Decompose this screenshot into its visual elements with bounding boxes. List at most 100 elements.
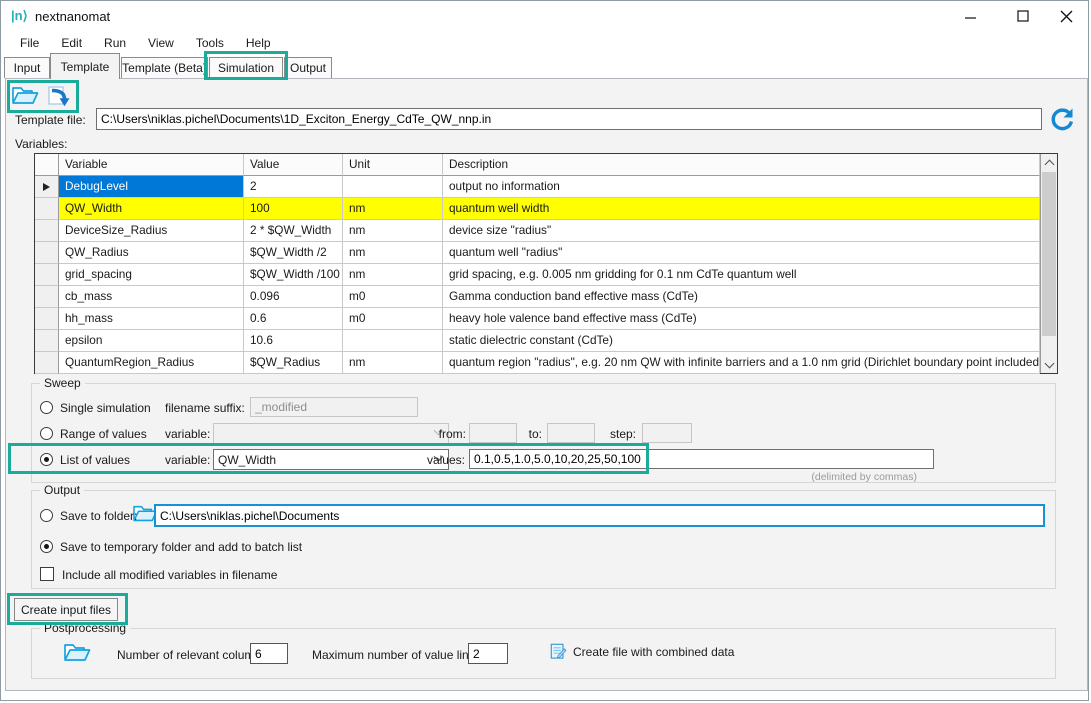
cell-description[interactable]: static dielectric constant (CdTe) [443, 330, 1040, 352]
row-selector[interactable] [35, 286, 59, 308]
cell-value[interactable]: 100 [244, 198, 343, 220]
create-input-files-button[interactable]: Create input files [14, 598, 118, 621]
cell-variable[interactable]: hh_mass [59, 308, 244, 330]
row-selector[interactable] [35, 330, 59, 352]
col-description[interactable]: Description [443, 154, 1040, 176]
cell-unit[interactable]: nm [343, 220, 443, 242]
cell-value[interactable]: 2 [244, 176, 343, 198]
value-lines-input[interactable] [468, 643, 508, 664]
row-selector[interactable] [35, 264, 59, 286]
row-selector[interactable] [35, 198, 59, 220]
scrollbar-thumb[interactable] [1042, 172, 1056, 336]
template-file-input[interactable] [96, 108, 1042, 130]
cell-value[interactable]: 0.6 [244, 308, 343, 330]
output-folder-input[interactable] [154, 504, 1045, 527]
single-simulation-radio[interactable] [40, 401, 53, 414]
cell-unit[interactable] [343, 330, 443, 352]
cell-description[interactable]: quantum region "radius", e.g. 20 nm QW w… [443, 352, 1040, 374]
cell-description[interactable]: heavy hole valence band effective mass (… [443, 308, 1040, 330]
cell-unit[interactable]: nm [343, 242, 443, 264]
from-input[interactable] [469, 423, 517, 443]
cell-description[interactable]: device size "radius" [443, 220, 1040, 242]
row-selector[interactable] [35, 242, 59, 264]
range-of-values-radio[interactable] [40, 427, 53, 440]
cell-value[interactable]: $QW_Radius [244, 352, 343, 374]
cell-description[interactable]: quantum well "radius" [443, 242, 1040, 264]
cell-value[interactable]: 0.096 [244, 286, 343, 308]
create-combined-file-button[interactable]: Create file with combined data [550, 643, 734, 660]
col-value[interactable]: Value [244, 154, 343, 176]
cell-description[interactable]: grid spacing, e.g. 0.005 nm gridding for… [443, 264, 1040, 286]
scroll-up-button[interactable] [1041, 154, 1057, 171]
cell-variable[interactable]: DebugLevel [59, 176, 244, 198]
tab-simulation[interactable]: Simulation [209, 57, 283, 78]
cell-value[interactable]: 10.6 [244, 330, 343, 352]
save-to-folder-radio[interactable] [40, 509, 53, 522]
cell-unit[interactable]: nm [343, 198, 443, 220]
menu-tools[interactable]: Tools [185, 31, 235, 55]
row-selector[interactable] [35, 352, 59, 374]
cell-variable[interactable]: epsilon [59, 330, 244, 352]
list-of-values-radio[interactable] [40, 453, 53, 466]
table-scrollbar[interactable] [1040, 154, 1057, 373]
cell-variable[interactable]: DeviceSize_Radius [59, 220, 244, 242]
relevant-column-input[interactable] [250, 643, 288, 664]
save-to-temp-radio[interactable] [40, 540, 53, 553]
to-input[interactable] [547, 423, 595, 443]
cell-variable[interactable]: QW_Radius [59, 242, 244, 264]
close-button[interactable] [1049, 1, 1083, 31]
filename-suffix-label: filename suffix: [165, 401, 245, 415]
cell-unit[interactable]: nm [343, 264, 443, 286]
cell-unit[interactable]: nm [343, 352, 443, 374]
reload-template-button[interactable] [1048, 105, 1076, 133]
cell-description[interactable]: quantum well width [443, 198, 1040, 220]
values-label: values: [422, 453, 465, 467]
variables-table: Variable Value Unit Description DebugLev… [34, 153, 1058, 374]
values-hint: (delimited by commas) [732, 471, 917, 483]
include-variables-checkbox[interactable] [40, 567, 54, 581]
from-label: from: [432, 427, 466, 441]
maximize-button[interactable] [1006, 1, 1040, 31]
menu-view[interactable]: View [137, 31, 185, 55]
tab-input[interactable]: Input [4, 57, 50, 78]
row-selector[interactable] [35, 308, 59, 330]
cell-description[interactable]: Gamma conduction band effective mass (Cd… [443, 286, 1040, 308]
cell-variable[interactable]: grid_spacing [59, 264, 244, 286]
row-selector-current[interactable] [35, 176, 59, 198]
output-group-title: Output [40, 483, 84, 497]
tab-output[interactable]: Output [284, 57, 332, 78]
load-template-button[interactable] [43, 82, 75, 112]
cell-unit[interactable]: m0 [343, 308, 443, 330]
filename-suffix-input[interactable] [250, 397, 418, 417]
tab-template-beta[interactable]: Template (Beta) [121, 57, 208, 78]
col-variable[interactable]: Variable [59, 154, 244, 176]
postprocessing-folder-button[interactable] [62, 639, 92, 667]
menu-file[interactable]: File [9, 31, 50, 55]
cell-unit[interactable]: m0 [343, 286, 443, 308]
col-unit[interactable]: Unit [343, 154, 443, 176]
cell-variable[interactable]: QW_Width [59, 198, 244, 220]
row-selector[interactable] [35, 220, 59, 242]
cell-variable[interactable]: QuantumRegion_Radius [59, 352, 244, 374]
menu-run[interactable]: Run [93, 31, 137, 55]
table-row: hh_mass 0.6 m0 heavy hole valence band e… [35, 308, 1040, 330]
cell-variable[interactable]: cb_mass [59, 286, 244, 308]
postprocessing-group-title: Postprocessing [40, 621, 130, 635]
values-input[interactable] [469, 449, 934, 469]
menu-edit[interactable]: Edit [50, 31, 93, 55]
range-variable-select[interactable] [213, 423, 449, 444]
tab-template[interactable]: Template [50, 53, 120, 79]
scroll-down-button[interactable] [1041, 356, 1057, 373]
cell-unit[interactable] [343, 176, 443, 198]
cell-description[interactable]: output no information [443, 176, 1040, 198]
list-variable-select[interactable]: QW_Width [213, 449, 449, 470]
cell-value[interactable]: 2 * $QW_Width [244, 220, 343, 242]
open-folder-icon [11, 84, 39, 108]
step-input[interactable] [642, 423, 692, 443]
open-template-button[interactable] [9, 81, 41, 111]
cell-value[interactable]: $QW_Width /100 [244, 264, 343, 286]
cell-value[interactable]: $QW_Width /2 [244, 242, 343, 264]
title-bar: |n⟩ nextnanomat [1, 1, 1088, 31]
minimize-button[interactable] [954, 1, 988, 31]
menu-help[interactable]: Help [235, 31, 282, 55]
